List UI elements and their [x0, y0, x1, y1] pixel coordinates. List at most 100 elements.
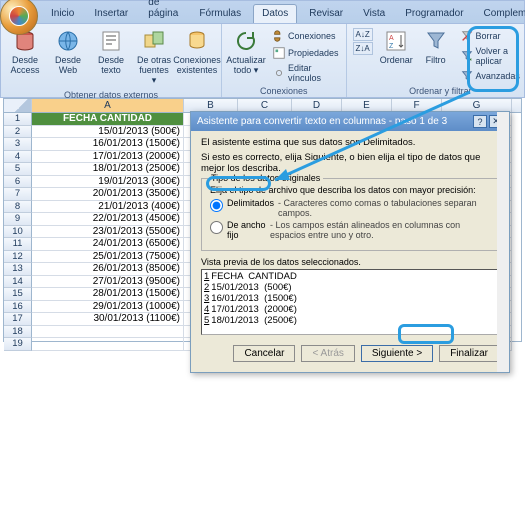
from-text-button[interactable]: Desde texto: [91, 26, 131, 78]
preview-label: Vista previa de los datos seleccionados.: [201, 257, 499, 267]
row-header[interactable]: 15: [4, 288, 32, 301]
row-header[interactable]: 18: [4, 326, 32, 339]
tab-programador[interactable]: Programador: [397, 5, 471, 23]
tab-inicio[interactable]: Inicio: [43, 5, 82, 23]
row-header[interactable]: 1: [4, 113, 32, 126]
edit-links-icon: [272, 66, 286, 80]
cell[interactable]: 25/01/2013 (7500€): [32, 251, 184, 264]
clear-filter-button[interactable]: Borrar: [457, 28, 525, 44]
cell[interactable]: [32, 326, 184, 339]
tab-fórmulas[interactable]: Fórmulas: [191, 5, 249, 23]
row-header[interactable]: 5: [4, 163, 32, 176]
cell[interactable]: 26/01/2013 (8500€): [32, 263, 184, 276]
group-label: Conexiones: [226, 84, 342, 98]
properties-button[interactable]: Propiedades: [269, 45, 342, 61]
svg-text:Z: Z: [389, 43, 394, 50]
advanced-icon: [460, 69, 474, 83]
ribbon: InicioInsertarDiseño de páginaFórmulasDa…: [0, 0, 525, 98]
text-to-columns-wizard: Asistente para convertir texto en column…: [190, 111, 510, 373]
sort-button[interactable]: AZ Ordenar: [378, 26, 415, 68]
row-header[interactable]: 2: [4, 126, 32, 139]
fixed-width-label: De ancho fijo: [227, 220, 266, 240]
row-header[interactable]: 3: [4, 138, 32, 151]
refresh-all-button[interactable]: Actualizar todo ▾: [226, 26, 266, 78]
cell[interactable]: [32, 338, 184, 351]
col-header-A[interactable]: A: [32, 99, 184, 112]
row-header[interactable]: 13: [4, 263, 32, 276]
web-icon: [56, 29, 80, 53]
cell[interactable]: FECHA CANTIDAD: [32, 113, 184, 126]
from-web-button[interactable]: Desde Web: [48, 26, 88, 78]
row-header[interactable]: 10: [4, 226, 32, 239]
fixed-width-radio[interactable]: [210, 221, 223, 234]
back-button[interactable]: < Atrás: [301, 345, 354, 362]
cell[interactable]: 23/01/2013 (5500€): [32, 226, 184, 239]
cell[interactable]: 28/01/2013 (1500€): [32, 288, 184, 301]
wizard-titlebar[interactable]: Asistente para convertir texto en column…: [191, 112, 509, 131]
cell[interactable]: 21/01/2013 (400€): [32, 201, 184, 214]
svg-text:A: A: [389, 35, 394, 42]
delimited-radio[interactable]: [210, 199, 223, 212]
tab-complemento[interactable]: Complemento: [476, 5, 525, 23]
sort-za-button[interactable]: Z↓A: [353, 42, 373, 55]
preview-line: 1FECHA CANTIDAD: [204, 271, 496, 282]
ribbon-body: Desde Access Desde Web Desde texto De ot…: [1, 23, 524, 97]
select-all-corner[interactable]: [4, 99, 32, 112]
fixed-width-desc: - Los campos están alineados en columnas…: [270, 220, 490, 240]
sort-az-button[interactable]: A↓Z: [353, 28, 373, 41]
finish-button[interactable]: Finalizar: [439, 345, 499, 362]
row-header[interactable]: 19: [4, 338, 32, 351]
cell[interactable]: 19/01/2013 (300€): [32, 176, 184, 189]
tab-vista[interactable]: Vista: [355, 5, 393, 23]
group-sort-filter: A↓Z Z↓A AZ Ordenar Filtro Borrar Volver …: [347, 24, 525, 97]
cell[interactable]: 17/01/2013 (2000€): [32, 151, 184, 164]
connections-button[interactable]: Conexiones: [269, 28, 342, 44]
tab-insertar[interactable]: Insertar: [86, 5, 136, 23]
text-icon: [99, 29, 123, 53]
cell[interactable]: 27/01/2013 (9500€): [32, 276, 184, 289]
tab-datos[interactable]: Datos: [253, 4, 297, 23]
tab-diseño-de-página[interactable]: Diseño de página: [140, 0, 187, 23]
sort-icon: AZ: [384, 29, 408, 53]
cancel-button[interactable]: Cancelar: [233, 345, 295, 362]
row-header[interactable]: 16: [4, 301, 32, 314]
row-header[interactable]: 8: [4, 201, 32, 214]
fieldset-intro: Elija el tipo de archivo que describa lo…: [210, 185, 490, 195]
help-button[interactable]: ?: [473, 115, 487, 128]
row-header[interactable]: 17: [4, 313, 32, 326]
cell[interactable]: 16/01/2013 (1500€): [32, 138, 184, 151]
row-header[interactable]: 12: [4, 251, 32, 264]
cell[interactable]: 20/01/2013 (3500€): [32, 188, 184, 201]
cell[interactable]: 15/01/2013 (500€): [32, 126, 184, 139]
next-button[interactable]: Siguiente >: [361, 345, 433, 362]
preview-line: 316/01/2013 (1500€): [204, 293, 496, 304]
row-header[interactable]: 9: [4, 213, 32, 226]
row-header[interactable]: 6: [4, 176, 32, 189]
reapply-button[interactable]: Volver a aplicar: [457, 45, 525, 67]
group-connections: Actualizar todo ▾ Conexiones Propiedades…: [222, 24, 347, 97]
row-header[interactable]: 14: [4, 276, 32, 289]
tab-revisar[interactable]: Revisar: [301, 5, 351, 23]
cell[interactable]: 29/01/2013 (1000€): [32, 301, 184, 314]
cell[interactable]: 22/01/2013 (4500€): [32, 213, 184, 226]
preview-scrollbar[interactable]: [497, 269, 499, 335]
preview-box[interactable]: 1FECHA CANTIDAD215/01/2013 (500€)316/01/…: [201, 269, 499, 335]
existing-conn-icon: [185, 29, 209, 53]
filter-button[interactable]: Filtro: [418, 26, 454, 68]
cell[interactable]: 18/01/2013 (2500€): [32, 163, 184, 176]
data-type-fieldset: Tipo de los datos originales Elija el ti…: [201, 178, 499, 251]
row-header[interactable]: 4: [4, 151, 32, 164]
ribbon-tabs: InicioInsertarDiseño de páginaFórmulasDa…: [1, 1, 524, 23]
wizard-intro-2: Si esto es correcto, elija Siguiente, o …: [201, 152, 499, 174]
row-header[interactable]: 7: [4, 188, 32, 201]
preview-line: 417/01/2013 (2000€): [204, 304, 496, 315]
existing-connections-button[interactable]: Conexiones existentes: [177, 26, 217, 78]
cell[interactable]: 30/01/2013 (1100€): [32, 313, 184, 326]
group-external-data: Desde Access Desde Web Desde texto De ot…: [1, 24, 222, 97]
row-header[interactable]: 11: [4, 238, 32, 251]
edit-links-button[interactable]: Editar vínculos: [269, 62, 342, 84]
cell[interactable]: 24/01/2013 (6500€): [32, 238, 184, 251]
from-other-button[interactable]: De otras fuentes ▾: [134, 26, 174, 88]
advanced-button[interactable]: Avanzadas: [457, 68, 525, 84]
preview-line: 215/01/2013 (500€): [204, 282, 496, 293]
